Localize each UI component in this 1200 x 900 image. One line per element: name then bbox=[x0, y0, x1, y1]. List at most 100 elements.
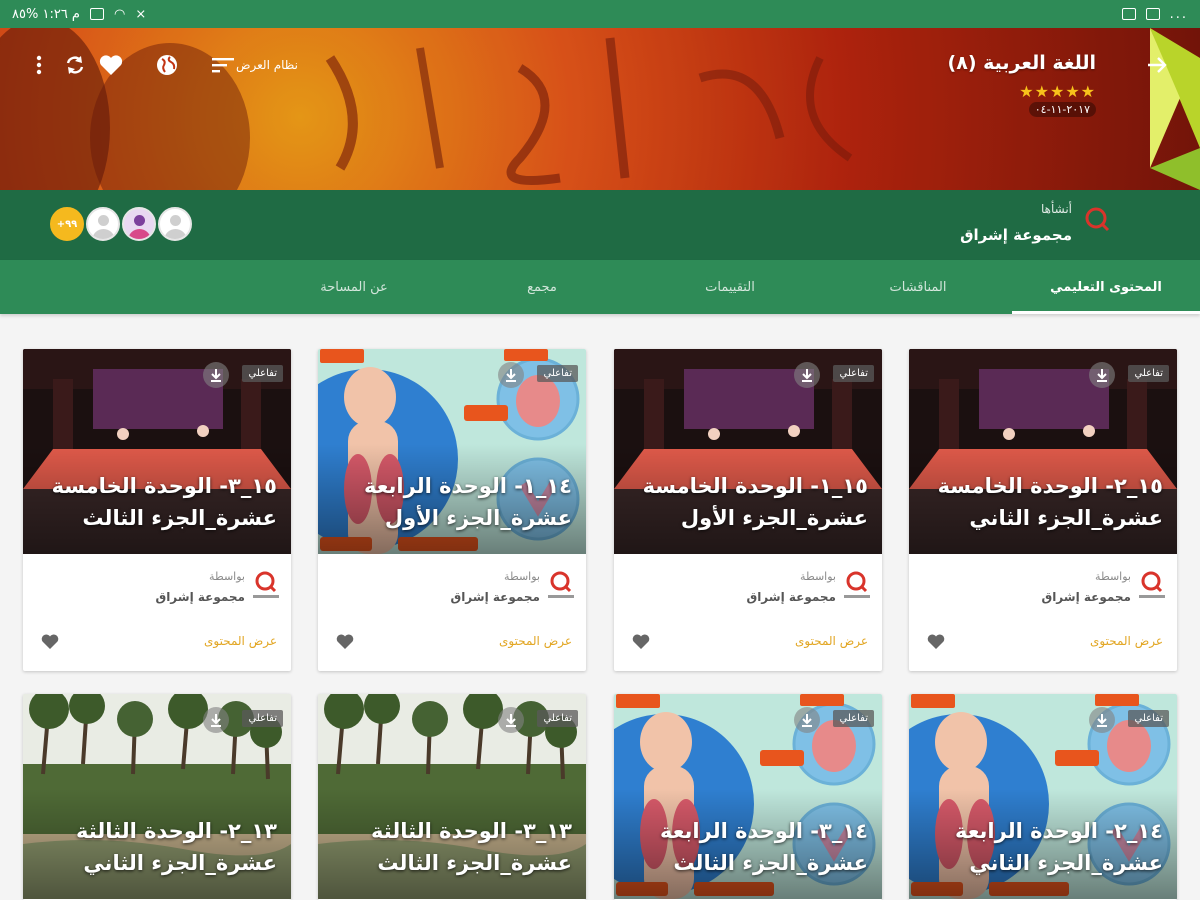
card-title: ١٥_١- الوحدة الخامسة عشرة_الجزء الأول bbox=[642, 474, 868, 530]
member-avatar[interactable] bbox=[86, 207, 120, 241]
status-bar-right: ... bbox=[1121, 6, 1188, 22]
interactive-badge: تفاعلي bbox=[242, 365, 283, 382]
wifi-icon: ◠ bbox=[113, 6, 126, 22]
member-count-badge[interactable]: +٩٩ bbox=[50, 207, 84, 241]
card-footer: بواسطة مجموعة إشراق عرض المحتوى bbox=[909, 554, 1177, 671]
favorite-heart-icon[interactable] bbox=[927, 634, 945, 650]
tab-bar: المحتوى التعليمي المناقشات التقييمات مجم… bbox=[0, 260, 1200, 314]
card-title: ١٥_٣- الوحدة الخامسة عشرة_الجزء الثالث bbox=[51, 474, 277, 530]
gallery-icon bbox=[1121, 8, 1136, 20]
by-label: بواسطة bbox=[504, 570, 540, 583]
content-thumbnail[interactable]: تفاعلي ١٤_٢- الوحدة الرابعة عشرة_الجزء ال… bbox=[909, 694, 1177, 899]
content-card[interactable]: تفاعلي ١٤_١- الوحدة الرابعة عشرة_الجزء ال… bbox=[318, 349, 586, 671]
by-label: بواسطة bbox=[800, 570, 836, 583]
sort-label[interactable]: نظام العرض bbox=[236, 58, 298, 72]
members-list[interactable]: +٩٩ bbox=[50, 207, 192, 241]
tab-collection[interactable]: مجمع bbox=[448, 260, 636, 314]
interactive-badge: تفاعلي bbox=[833, 710, 874, 727]
interactive-badge: تفاعلي bbox=[1128, 710, 1169, 727]
member-avatar[interactable] bbox=[158, 207, 192, 241]
by-label: بواسطة bbox=[209, 570, 245, 583]
author-logo bbox=[548, 571, 574, 598]
sync-icon[interactable] bbox=[60, 50, 90, 80]
view-content-link[interactable]: عرض المحتوى bbox=[1090, 634, 1163, 648]
card-author-name: مجموعة إشراق bbox=[155, 590, 245, 604]
download-icon[interactable] bbox=[203, 362, 229, 388]
card-footer: بواسطة مجموعة إشراق عرض المحتوى bbox=[318, 554, 586, 671]
card-title: ١٤_٢- الوحدة الرابعة عشرة_الجزء الثاني bbox=[954, 819, 1163, 875]
author-logo bbox=[1139, 571, 1165, 598]
author-logo[interactable] bbox=[1084, 206, 1110, 232]
author-name[interactable]: مجموعة إشراق bbox=[960, 226, 1072, 244]
author-logo bbox=[844, 571, 870, 598]
battery-icon bbox=[89, 8, 104, 20]
content-thumbnail[interactable]: تفاعلي ١٣_٢- الوحدة الثالثة عشرة_الجزء ال… bbox=[23, 694, 291, 899]
author-strip: أنشأها مجموعة إشراق +٩٩ bbox=[0, 190, 1200, 260]
content-card[interactable]: تفاعلي ١٤_٢- الوحدة الرابعة عشرة_الجزء ال… bbox=[909, 694, 1177, 900]
view-content-link[interactable]: عرض المحتوى bbox=[499, 634, 572, 648]
view-content-link[interactable]: عرض المحتوى bbox=[204, 634, 277, 648]
content-thumbnail[interactable]: تفاعلي ١٣_٣- الوحدة الثالثة عشرة_الجزء ال… bbox=[318, 694, 586, 899]
download-icon[interactable] bbox=[794, 707, 820, 733]
author-logo bbox=[253, 571, 279, 598]
by-label: بواسطة bbox=[1095, 570, 1131, 583]
content-card[interactable]: تفاعلي ١٤_٣- الوحدة الرابعة عشرة_الجزء ال… bbox=[614, 694, 882, 900]
tab-educational-content[interactable]: المحتوى التعليمي bbox=[1012, 260, 1200, 314]
interactive-badge: تفاعلي bbox=[537, 710, 578, 727]
sort-icon[interactable] bbox=[208, 50, 238, 80]
interactive-badge: تفاعلي bbox=[537, 365, 578, 382]
interactive-badge: تفاعلي bbox=[833, 365, 874, 382]
tab-discussions[interactable]: المناقشات bbox=[824, 260, 1012, 314]
author-created-label: أنشأها bbox=[1040, 202, 1072, 216]
download-icon[interactable] bbox=[498, 362, 524, 388]
content-thumbnail[interactable]: تفاعلي ١٤_٣- الوحدة الرابعة عشرة_الجزء ال… bbox=[614, 694, 882, 899]
interactive-badge: تفاعلي bbox=[242, 710, 283, 727]
more-vertical-icon[interactable] bbox=[24, 50, 54, 80]
content-thumbnail[interactable]: تفاعلي ١٥_٣- الوحدة الخامسة عشرة_الجزء ال… bbox=[23, 349, 291, 554]
content-thumbnail[interactable]: تفاعلي ١٥_٢- الوحدة الخامسة عشرة_الجزء ال… bbox=[909, 349, 1177, 554]
tab-ratings[interactable]: التقييمات bbox=[636, 260, 824, 314]
view-content-link[interactable]: عرض المحتوى bbox=[795, 634, 868, 648]
globe-icon[interactable] bbox=[152, 50, 182, 80]
back-arrow-icon[interactable] bbox=[1142, 50, 1172, 80]
download-icon[interactable] bbox=[1089, 362, 1115, 388]
content-card[interactable]: تفاعلي ١٥_٣- الوحدة الخامسة عشرة_الجزء ال… bbox=[23, 349, 291, 671]
course-header: نظام العرض اللغة العربية (٨) ★★★★★ ٢٠١٧-… bbox=[0, 28, 1200, 190]
download-icon[interactable] bbox=[794, 362, 820, 388]
rating-stars: ★★★★★ bbox=[1019, 82, 1096, 101]
interactive-badge: تفاعلي bbox=[1128, 365, 1169, 382]
status-bar-left: م ١:٢٦ %٨٥ ◠ ⨯ bbox=[12, 7, 146, 22]
tab-about-space[interactable]: عن المساحة bbox=[260, 260, 448, 314]
mute-icon: ⨯ bbox=[135, 6, 147, 22]
content-thumbnail[interactable]: تفاعلي ١٤_١- الوحدة الرابعة عشرة_الجزء ال… bbox=[318, 349, 586, 554]
download-icon[interactable] bbox=[1089, 707, 1115, 733]
card-footer: بواسطة مجموعة إشراق عرض المحتوى bbox=[23, 554, 291, 671]
download-icon[interactable] bbox=[203, 707, 229, 733]
card-author-name: مجموعة إشراق bbox=[746, 590, 836, 604]
card-author-name: مجموعة إشراق bbox=[1041, 590, 1131, 604]
card-title: ١٣_٣- الوحدة الثالثة عشرة_الجزء الثالث bbox=[371, 819, 572, 875]
course-date: ٢٠١٧-١١-٠٤ bbox=[1028, 102, 1096, 117]
more-notifications: ... bbox=[1169, 6, 1188, 22]
favorite-heart-icon[interactable] bbox=[336, 634, 354, 650]
card-footer: بواسطة مجموعة إشراق عرض المحتوى bbox=[614, 554, 882, 671]
content-card[interactable]: تفاعلي ١٥_٢- الوحدة الخامسة عشرة_الجزء ال… bbox=[909, 349, 1177, 671]
card-title: ١٤_١- الوحدة الرابعة عشرة_الجزء الأول bbox=[363, 474, 572, 530]
card-title: ١٤_٣- الوحدة الرابعة عشرة_الجزء الثالث bbox=[659, 819, 868, 875]
content-card[interactable]: تفاعلي ١٥_١- الوحدة الخامسة عشرة_الجزء ال… bbox=[614, 349, 882, 671]
member-avatar[interactable] bbox=[122, 207, 156, 241]
download-icon[interactable] bbox=[498, 707, 524, 733]
card-author-name: مجموعة إشراق bbox=[450, 590, 540, 604]
content-thumbnail[interactable]: تفاعلي ١٥_١- الوحدة الخامسة عشرة_الجزء ال… bbox=[614, 349, 882, 554]
card-title: ١٥_٢- الوحدة الخامسة عشرة_الجزء الثاني bbox=[937, 474, 1163, 530]
status-bar: م ١:٢٦ %٨٥ ◠ ⨯ ... bbox=[0, 0, 1200, 28]
active-tab-indicator bbox=[1012, 311, 1200, 314]
content-card[interactable]: تفاعلي ١٣_٣- الوحدة الثالثة عشرة_الجزء ال… bbox=[318, 694, 586, 900]
favorite-heart-icon[interactable] bbox=[632, 634, 650, 650]
notification-icon bbox=[1145, 8, 1160, 20]
course-title: اللغة العربية (٨) bbox=[947, 52, 1096, 74]
status-time-battery: م ١:٢٦ %٨٥ bbox=[12, 6, 80, 22]
heart-icon[interactable] bbox=[96, 50, 126, 80]
favorite-heart-icon[interactable] bbox=[41, 634, 59, 650]
content-card[interactable]: تفاعلي ١٣_٢- الوحدة الثالثة عشرة_الجزء ال… bbox=[23, 694, 291, 900]
